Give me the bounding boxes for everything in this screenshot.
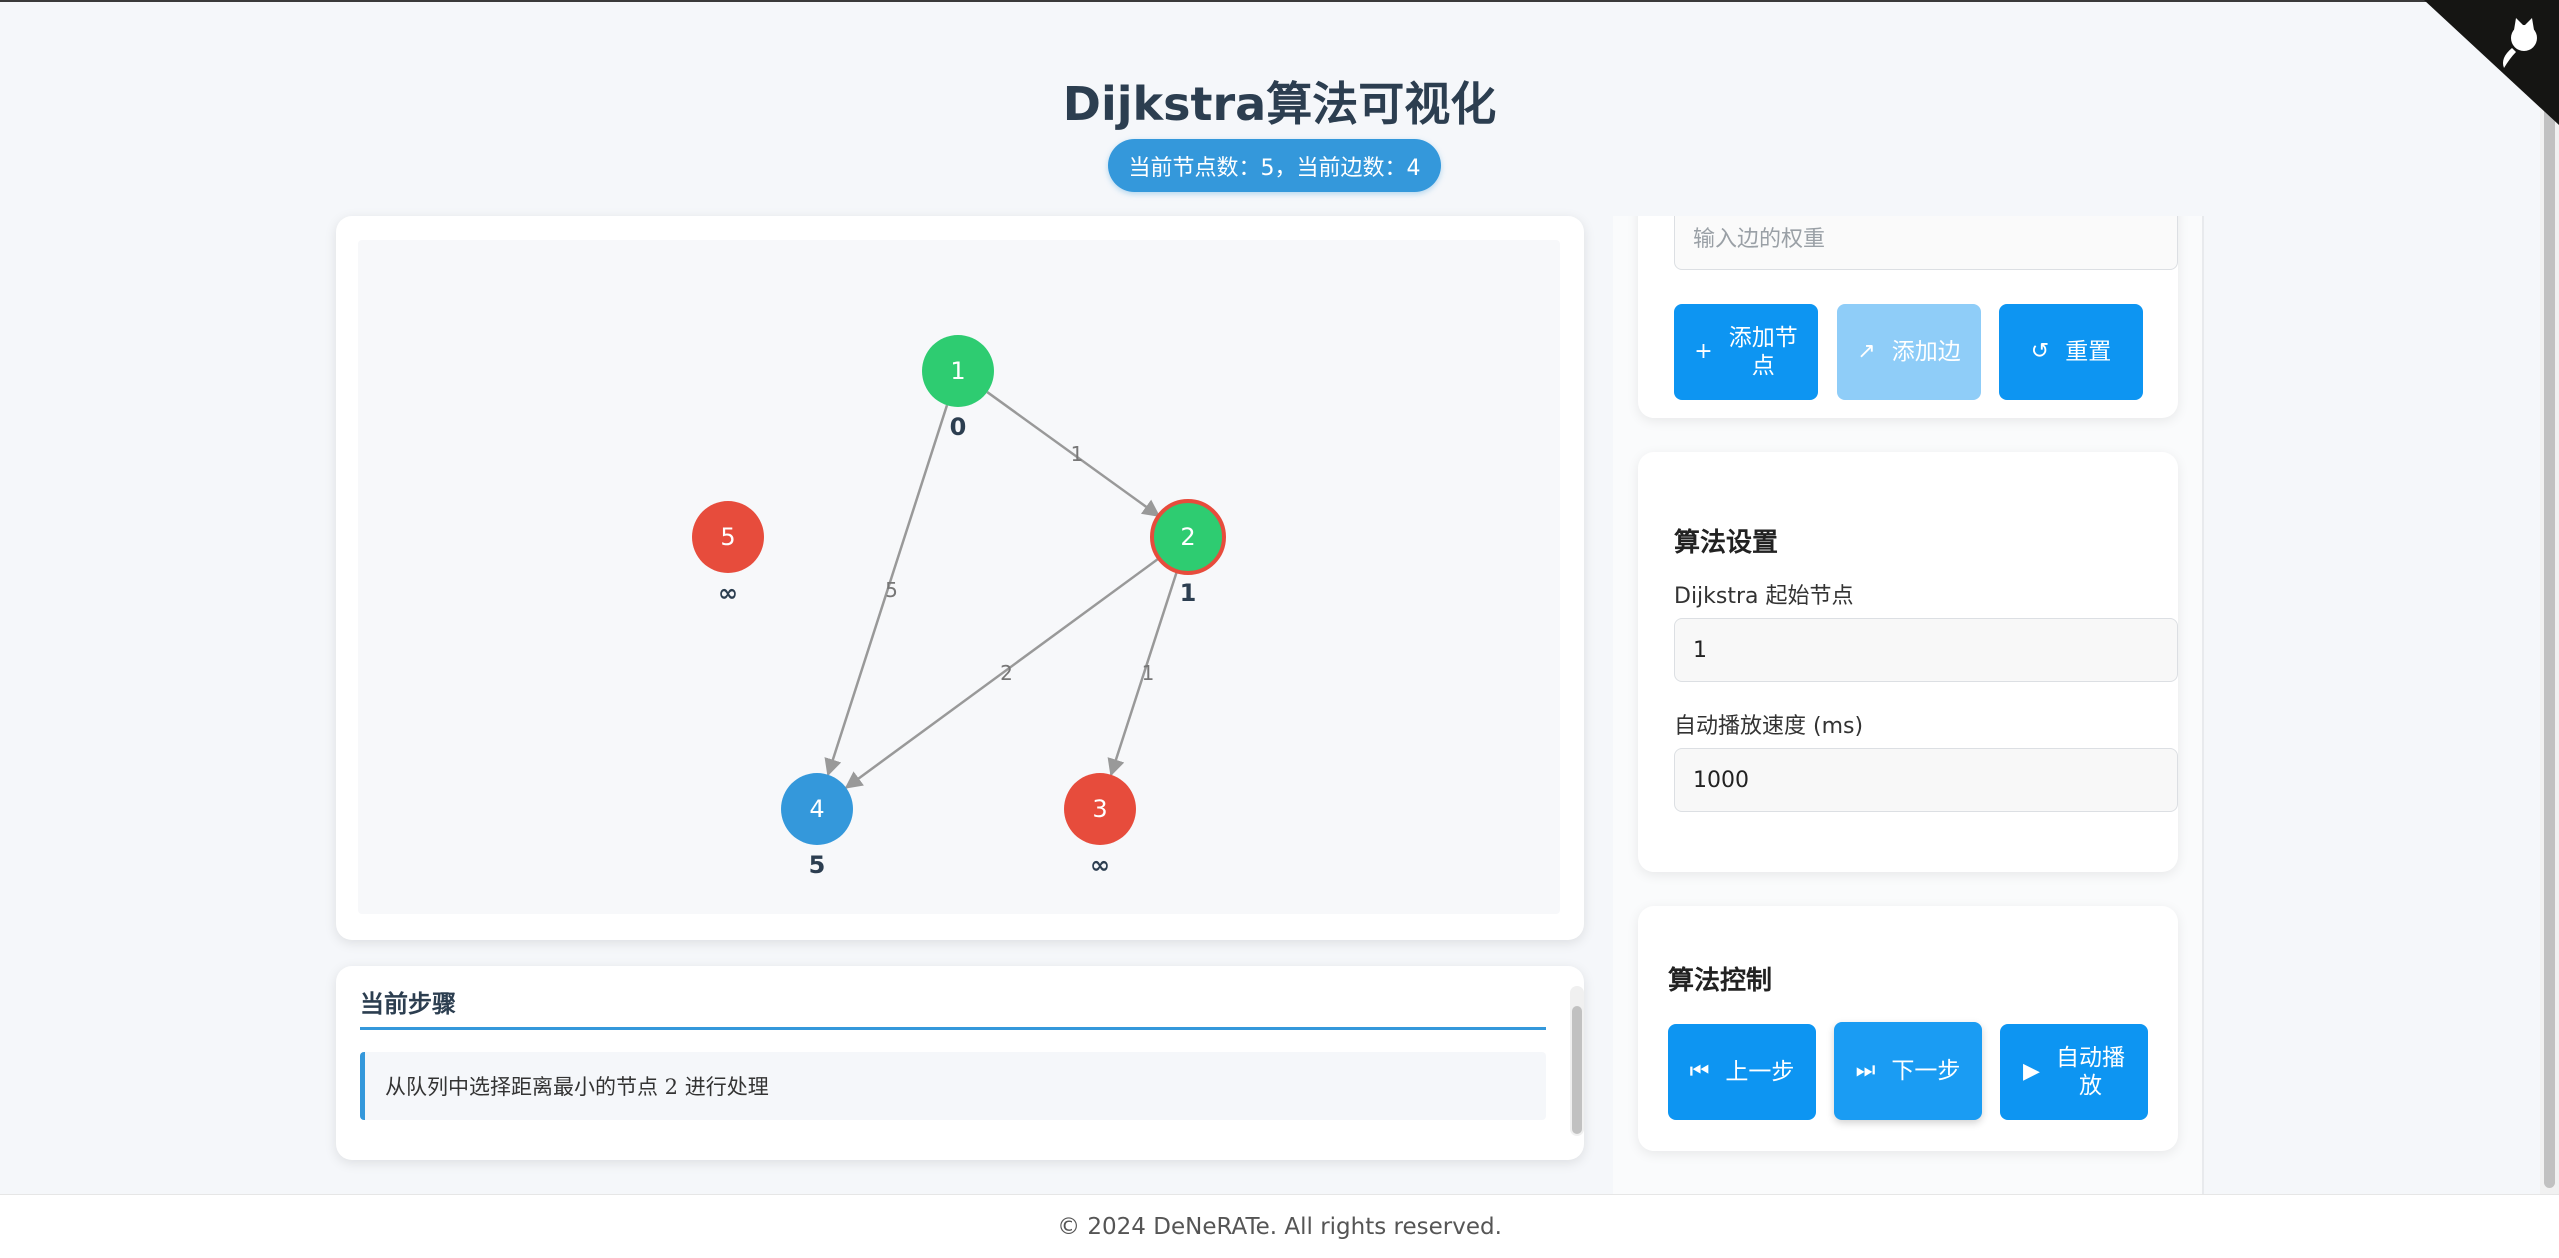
algo-control-card: 算法控制 ⏮ 上一步 ⏭ 下一步 ▶ 自动播 放 bbox=[1638, 906, 2178, 1151]
add-edge-label: 添加边 bbox=[1891, 339, 1961, 365]
node-id-label: 4 bbox=[809, 795, 824, 823]
auto-play-button[interactable]: ▶ 自动播 放 bbox=[2000, 1024, 2148, 1120]
arrow-up-right-icon: ↗ bbox=[1857, 339, 1876, 364]
graph-svg[interactable]: 1 5 2 1 1 0 2 1 3 ∞ 4 5 5 ∞ bbox=[358, 240, 1560, 914]
auto-play-label: 自动播 放 bbox=[2055, 1045, 2125, 1099]
panel-divider bbox=[2202, 216, 2204, 1194]
add-node-label: 添加节 点 bbox=[1728, 325, 1798, 379]
node-id-label: 1 bbox=[950, 357, 965, 385]
plus-icon: + bbox=[1694, 339, 1713, 364]
speed-label: 自动播放速度 (ms) bbox=[1674, 714, 1864, 739]
edge-form-card: + 添加节 点 ↗ 添加边 ↺ 重置 bbox=[1638, 216, 2178, 418]
algo-control-title: 算法控制 bbox=[1668, 966, 1773, 996]
node-id-label: 5 bbox=[720, 523, 735, 551]
steps-divider bbox=[360, 1027, 1546, 1030]
edge-weight-label: 2 bbox=[1000, 661, 1013, 685]
steps-scrollbar-thumb[interactable] bbox=[1572, 1006, 1582, 1134]
prev-step-label: 上一步 bbox=[1725, 1059, 1795, 1085]
skip-back-icon: ⏮ bbox=[1689, 1059, 1710, 1084]
algo-settings-title: 算法设置 bbox=[1674, 528, 1779, 558]
reset-label: 重置 bbox=[2065, 339, 2112, 365]
node-id-label: 2 bbox=[1180, 523, 1195, 551]
node-distance-label: ∞ bbox=[1090, 851, 1110, 879]
page-scrollbar-thumb[interactable] bbox=[2544, 60, 2555, 1188]
play-icon: ▶ bbox=[2023, 1059, 2040, 1084]
steps-title: 当前步骤 bbox=[360, 990, 456, 1018]
start-node-label: Dijkstra 起始节点 bbox=[1674, 584, 1854, 609]
start-node-input[interactable] bbox=[1674, 618, 2178, 682]
graph-stats-badge: 当前节点数：5，当前边数：4 bbox=[1108, 139, 1441, 192]
current-step-text: 从队列中选择距离最小的节点 2 进行处理 bbox=[360, 1052, 1546, 1120]
edge-weight-input[interactable] bbox=[1674, 216, 2178, 270]
node-id-label: 3 bbox=[1092, 795, 1107, 823]
footer: © 2024 DeNeRATe. All rights reserved. bbox=[0, 1194, 2559, 1258]
add-node-button[interactable]: + 添加节 点 bbox=[1674, 304, 1818, 400]
next-step-button[interactable]: ⏭ 下一步 bbox=[1834, 1022, 1982, 1120]
add-edge-button[interactable]: ↗ 添加边 bbox=[1837, 304, 1981, 400]
graph-canvas[interactable]: 1 5 2 1 1 0 2 1 3 ∞ 4 5 5 ∞ bbox=[358, 240, 1560, 914]
node-distance-label: 5 bbox=[809, 851, 826, 879]
graph-card: 1 5 2 1 1 0 2 1 3 ∞ 4 5 5 ∞ bbox=[336, 216, 1584, 940]
skip-forward-icon: ⏭ bbox=[1855, 1058, 1876, 1083]
edge-weight-label: 5 bbox=[885, 578, 898, 602]
steps-card: 当前步骤 从队列中选择距离最小的节点 2 进行处理 bbox=[336, 966, 1584, 1160]
page-title: Dijkstra算法可视化 bbox=[1062, 77, 1497, 131]
edge-weight-label: 1 bbox=[1142, 661, 1155, 685]
speed-input[interactable] bbox=[1674, 748, 2178, 812]
reset-icon: ↺ bbox=[2030, 339, 2050, 364]
github-corner-icon[interactable] bbox=[2424, 0, 2559, 125]
edge-weight-label: 1 bbox=[1071, 442, 1084, 466]
prev-step-button[interactable]: ⏮ 上一步 bbox=[1668, 1024, 1816, 1120]
reset-button[interactable]: ↺ 重置 bbox=[1999, 304, 2143, 400]
node-distance-label: ∞ bbox=[718, 579, 738, 607]
control-panel: + 添加节 点 ↗ 添加边 ↺ 重置 算法设置 Dijkstra 起始节点 自动… bbox=[1613, 216, 2203, 1194]
next-step-label: 下一步 bbox=[1891, 1058, 1961, 1084]
algo-settings-card: 算法设置 Dijkstra 起始节点 自动播放速度 (ms) bbox=[1638, 452, 2178, 872]
node-distance-label: 1 bbox=[1180, 579, 1197, 607]
node-distance-label: 0 bbox=[950, 413, 967, 441]
